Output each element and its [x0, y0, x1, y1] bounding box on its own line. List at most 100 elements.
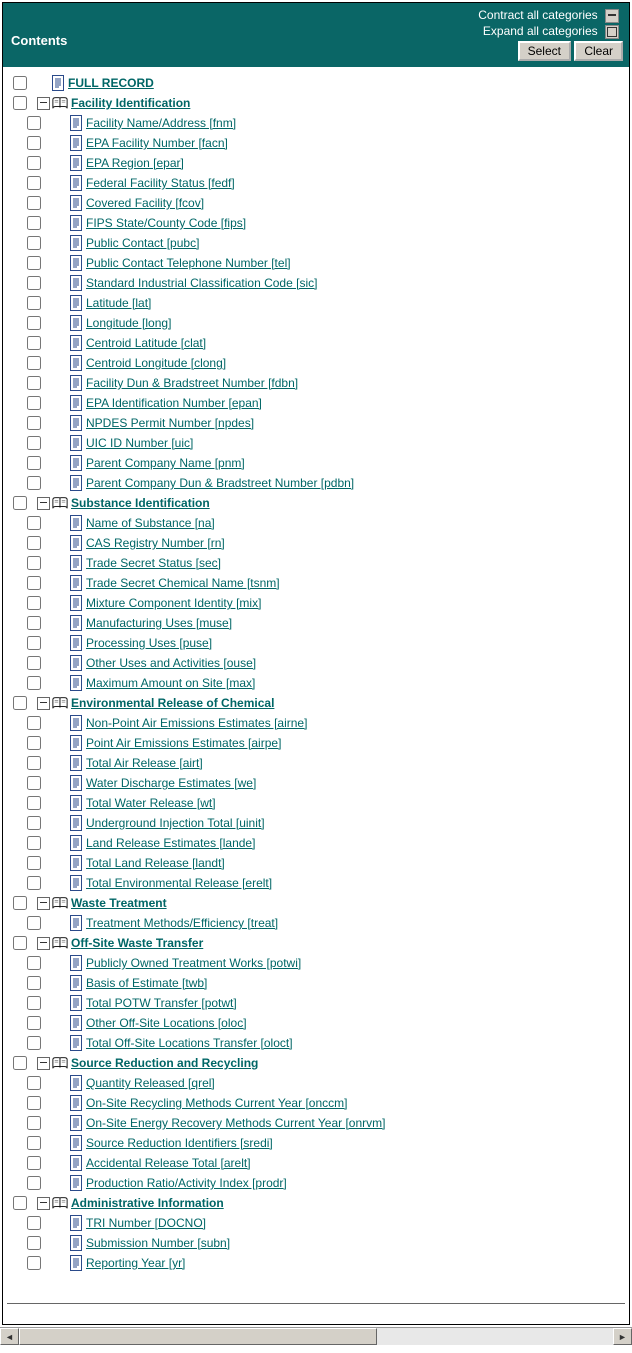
item-link[interactable]: Public Contact Telephone Number [tel] — [86, 256, 291, 270]
checkbox-item-2-6[interactable] — [27, 836, 41, 850]
category-link[interactable]: Waste Treatment — [71, 896, 167, 910]
checkbox-item-0-3[interactable] — [27, 176, 41, 190]
item-link[interactable]: On-Site Recycling Methods Current Year [… — [86, 1096, 347, 1110]
checkbox-item-0-17[interactable] — [27, 456, 41, 470]
checkbox-item-2-0[interactable] — [27, 716, 41, 730]
checkbox-item-0-6[interactable] — [27, 236, 41, 250]
item-link[interactable]: Other Off-Site Locations [oloc] — [86, 1016, 247, 1030]
collapse-toggle[interactable] — [37, 97, 50, 110]
contract-all-button[interactable] — [605, 9, 619, 23]
checkbox-item-0-1[interactable] — [27, 136, 41, 150]
item-link[interactable]: Quantity Released [qrel] — [86, 1076, 215, 1090]
checkbox-item-4-4[interactable] — [27, 1036, 41, 1050]
checkbox-item-5-0[interactable] — [27, 1076, 41, 1090]
item-link[interactable]: Parent Company Dun & Bradstreet Number [… — [86, 476, 354, 490]
item-link[interactable]: Total Land Release [landt] — [86, 856, 225, 870]
item-link[interactable]: Total POTW Transfer [potwt] — [86, 996, 237, 1010]
collapse-toggle[interactable] — [37, 497, 50, 510]
collapse-toggle[interactable] — [37, 1197, 50, 1210]
checkbox-item-0-14[interactable] — [27, 396, 41, 410]
item-link[interactable]: Processing Uses [puse] — [86, 636, 212, 650]
checkbox-item-5-1[interactable] — [27, 1096, 41, 1110]
item-link[interactable]: Standard Industrial Classification Code … — [86, 276, 317, 290]
item-link[interactable]: Submission Number [subn] — [86, 1236, 230, 1250]
item-link[interactable]: Latitude [lat] — [86, 296, 151, 310]
item-link[interactable]: Facility Name/Address [fnm] — [86, 116, 236, 130]
checkbox-item-1-3[interactable] — [27, 576, 41, 590]
checkbox-item-4-3[interactable] — [27, 1016, 41, 1030]
checkbox-item-1-1[interactable] — [27, 536, 41, 550]
checkbox-item-4-2[interactable] — [27, 996, 41, 1010]
item-link[interactable]: CAS Registry Number [rn] — [86, 536, 225, 550]
horizontal-scrollbar[interactable]: ◄ ► — [0, 1327, 632, 1345]
item-link[interactable]: TRI Number [DOCNO] — [86, 1216, 206, 1230]
item-link[interactable]: UIC ID Number [uic] — [86, 436, 193, 450]
checkbox-item-0-4[interactable] — [27, 196, 41, 210]
checkbox-item-0-16[interactable] — [27, 436, 41, 450]
checkbox-item-2-3[interactable] — [27, 776, 41, 790]
checkbox-item-0-8[interactable] — [27, 276, 41, 290]
checkbox-item-2-4[interactable] — [27, 796, 41, 810]
item-link[interactable]: Non-Point Air Emissions Estimates [airne… — [86, 716, 307, 730]
checkbox-item-2-1[interactable] — [27, 736, 41, 750]
item-link[interactable]: FIPS State/County Code [fips] — [86, 216, 246, 230]
collapse-toggle[interactable] — [37, 1057, 50, 1070]
item-link[interactable]: Federal Facility Status [fedf] — [86, 176, 235, 190]
scroll-track[interactable] — [19, 1328, 613, 1345]
item-link[interactable]: Public Contact [pubc] — [86, 236, 199, 250]
item-link[interactable]: Total Water Release [wt] — [86, 796, 216, 810]
checkbox-item-1-8[interactable] — [27, 676, 41, 690]
collapse-toggle[interactable] — [37, 897, 50, 910]
checkbox-item-2-8[interactable] — [27, 876, 41, 890]
item-link[interactable]: Facility Dun & Bradstreet Number [fdbn] — [86, 376, 298, 390]
checkbox-item-0-15[interactable] — [27, 416, 41, 430]
checkbox-item-3-0[interactable] — [27, 916, 41, 930]
item-link[interactable]: Basis of Estimate [twb] — [86, 976, 207, 990]
checkbox-item-4-1[interactable] — [27, 976, 41, 990]
collapse-toggle[interactable] — [37, 697, 50, 710]
checkbox-item-4-0[interactable] — [27, 956, 41, 970]
checkbox-full-record[interactable] — [13, 76, 27, 90]
item-link[interactable]: Reporting Year [yr] — [86, 1256, 185, 1270]
item-link[interactable]: Accidental Release Total [arelt] — [86, 1156, 251, 1170]
checkbox-item-2-2[interactable] — [27, 756, 41, 770]
checkbox-item-6-0[interactable] — [27, 1216, 41, 1230]
checkbox-item-5-3[interactable] — [27, 1136, 41, 1150]
checkbox-cat-2[interactable] — [13, 696, 27, 710]
checkbox-item-1-6[interactable] — [27, 636, 41, 650]
item-link[interactable]: Land Release Estimates [lande] — [86, 836, 255, 850]
checkbox-item-5-4[interactable] — [27, 1156, 41, 1170]
category-link[interactable]: Source Reduction and Recycling — [71, 1056, 258, 1070]
checkbox-item-6-2[interactable] — [27, 1256, 41, 1270]
checkbox-item-0-7[interactable] — [27, 256, 41, 270]
checkbox-item-0-0[interactable] — [27, 116, 41, 130]
scroll-right-icon[interactable]: ► — [613, 1328, 632, 1345]
checkbox-item-0-18[interactable] — [27, 476, 41, 490]
checkbox-item-5-5[interactable] — [27, 1176, 41, 1190]
checkbox-item-0-2[interactable] — [27, 156, 41, 170]
category-link[interactable]: Environmental Release of Chemical — [71, 696, 274, 710]
item-link[interactable]: EPA Region [epar] — [86, 156, 184, 170]
item-link[interactable]: Longitude [long] — [86, 316, 171, 330]
item-link[interactable]: Parent Company Name [pnm] — [86, 456, 245, 470]
item-link[interactable]: Publicly Owned Treatment Works [potwi] — [86, 956, 301, 970]
link-full-record[interactable]: FULL RECORD — [68, 76, 154, 90]
item-link[interactable]: Trade Secret Status [sec] — [86, 556, 221, 570]
category-link[interactable]: Substance Identification — [71, 496, 210, 510]
checkbox-item-5-2[interactable] — [27, 1116, 41, 1130]
expand-all-button[interactable] — [605, 25, 619, 39]
item-link[interactable]: On-Site Energy Recovery Methods Current … — [86, 1116, 385, 1130]
item-link[interactable]: Water Discharge Estimates [we] — [86, 776, 256, 790]
checkbox-item-2-7[interactable] — [27, 856, 41, 870]
category-link[interactable]: Off-Site Waste Transfer — [71, 936, 203, 950]
scroll-left-icon[interactable]: ◄ — [0, 1328, 19, 1345]
item-link[interactable]: Production Ratio/Activity Index [prodr] — [86, 1176, 287, 1190]
checkbox-cat-6[interactable] — [13, 1196, 27, 1210]
item-link[interactable]: Underground Injection Total [uinit] — [86, 816, 265, 830]
item-link[interactable]: EPA Identification Number [epan] — [86, 396, 262, 410]
checkbox-item-0-9[interactable] — [27, 296, 41, 310]
item-link[interactable]: Total Environmental Release [erelt] — [86, 876, 272, 890]
checkbox-item-0-12[interactable] — [27, 356, 41, 370]
checkbox-item-0-13[interactable] — [27, 376, 41, 390]
item-link[interactable]: EPA Facility Number [facn] — [86, 136, 228, 150]
